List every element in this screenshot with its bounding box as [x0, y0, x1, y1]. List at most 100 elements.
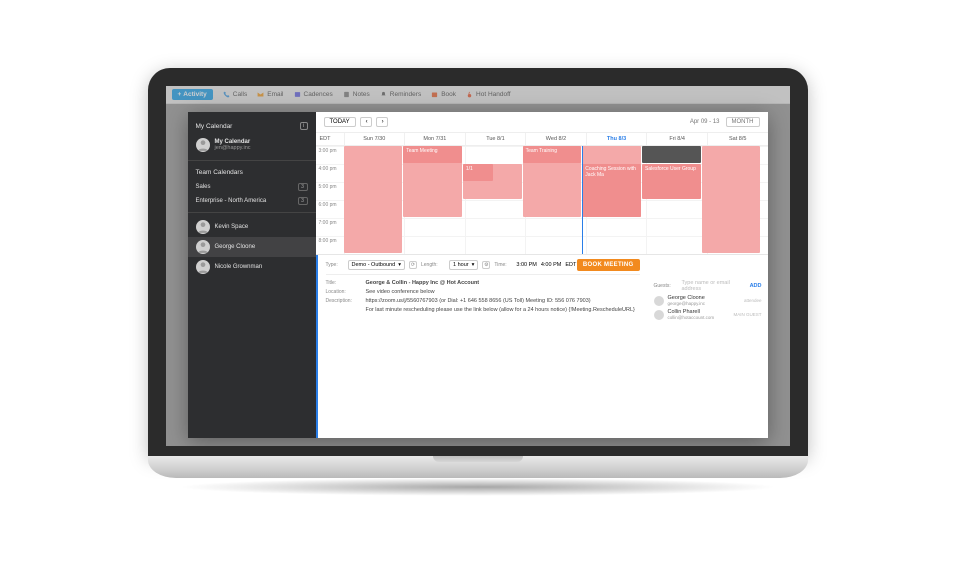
team-item-sales[interactable]: Sales 3 — [188, 180, 316, 194]
event-team-meeting[interactable]: Team Meeting — [403, 146, 462, 163]
gear-icon[interactable]: ⚙ — [482, 261, 490, 269]
event-block[interactable] — [344, 146, 403, 253]
tab-email[interactable]: Email — [257, 91, 283, 98]
calendar-grid[interactable]: EDT Sun 7/30 Mon 7/31 Tue 8/1 Wed 8/2 Th… — [316, 133, 768, 254]
title-value[interactable]: George & Collin - Happy Inc @ Hot Accoun… — [366, 280, 480, 286]
calendar-icon — [431, 91, 438, 98]
calendar-cell[interactable] — [646, 218, 707, 236]
info-icon[interactable]: i — [300, 122, 308, 130]
my-calendar-section: My Calendar i — [188, 118, 316, 134]
tab-email-label: Email — [267, 91, 283, 98]
add-guest-button[interactable]: ADD — [750, 283, 762, 289]
book-meeting-button[interactable]: BOOK MEETING — [577, 259, 640, 271]
guest-input[interactable]: Type name or email address — [682, 280, 746, 292]
current-user[interactable]: My Calendar jen@happy.inc — [188, 134, 316, 156]
person-george[interactable]: George Cloone — [188, 237, 316, 257]
length-label: Length: — [421, 262, 445, 268]
type-select[interactable]: Demo - Outbound▾ — [348, 260, 405, 270]
calendar-cell[interactable] — [404, 218, 465, 236]
view-toggle[interactable]: MONTH — [726, 117, 760, 127]
title-label: Title: — [326, 280, 360, 286]
type-label: Type: — [326, 262, 344, 268]
tab-cadences[interactable]: Cadences — [294, 91, 333, 98]
calendar-cell[interactable] — [465, 236, 526, 254]
day-col: Wed 8/2 — [525, 133, 586, 145]
guest-row[interactable]: George Cloone george@happy.inc attendee — [654, 295, 762, 306]
tab-notes-label: Notes — [353, 91, 370, 98]
today-button[interactable]: TODAY — [324, 117, 356, 127]
location-value[interactable]: See video conference below — [366, 289, 435, 295]
tab-calls-label: Calls — [233, 91, 247, 98]
tab-notes[interactable]: Notes — [343, 91, 370, 98]
phone-icon — [223, 91, 230, 98]
avatar — [196, 138, 210, 152]
calendar-body[interactable]: 3:00 pm4:00 pm5:00 pm6:00 pm7:00 pm8:00 … — [316, 146, 768, 254]
app-toolbar: Activity Calls Email Cadences Notes — [166, 86, 790, 104]
booking-modal: My Calendar i My Calendar jen@happy.inc … — [188, 112, 768, 438]
calendar-header: TODAY ‹ › Apr 09 - 13 MONTH — [316, 112, 768, 133]
my-calendar-title: My Calendar — [196, 123, 233, 130]
team-label: Sales — [196, 184, 211, 190]
tz-label: EDT — [316, 133, 344, 145]
form-guests: Guests: Type name or email address ADD G… — [648, 255, 768, 438]
time-label: Time: — [494, 262, 512, 268]
mail-icon — [257, 91, 264, 98]
time-label: 3:00 pm — [316, 146, 344, 164]
note-icon — [343, 91, 350, 98]
guest-row[interactable]: Collin Pharell collin@hotaccount.com MAI… — [654, 309, 762, 320]
event-block[interactable] — [702, 146, 761, 253]
tab-book[interactable]: Book — [431, 91, 456, 98]
calendar-main: TODAY ‹ › Apr 09 - 13 MONTH EDT Sun 7/30 — [316, 112, 768, 438]
fire-icon — [466, 91, 473, 98]
event-one-on-one[interactable]: 1/1 — [463, 164, 493, 181]
activity-button[interactable]: Activity — [172, 89, 213, 100]
prev-button[interactable]: ‹ — [360, 117, 372, 127]
calendar-cell[interactable] — [465, 200, 526, 218]
description-label: Description: — [326, 298, 360, 304]
next-button[interactable]: › — [376, 117, 388, 127]
day-col-today: Thu 8/3 — [586, 133, 647, 145]
tab-cadences-label: Cadences — [304, 91, 333, 98]
length-select[interactable]: 1 hour▾ — [449, 260, 478, 270]
calendar-cell[interactable] — [465, 146, 526, 164]
calendar-cell[interactable] — [404, 236, 465, 254]
day-col: Sat 8/5 — [707, 133, 768, 145]
guest-email: collin@hotaccount.com — [668, 315, 715, 320]
event-team-training[interactable]: Team Training — [523, 146, 582, 163]
calendar-cell[interactable] — [586, 236, 647, 254]
day-col: Sun 7/30 — [344, 133, 405, 145]
calendar-cell[interactable] — [646, 236, 707, 254]
calendar-cell[interactable] — [465, 218, 526, 236]
tab-hot-handoff[interactable]: Hot Handoff — [466, 91, 511, 98]
avatar — [196, 240, 210, 254]
tab-calls[interactable]: Calls — [223, 91, 247, 98]
calendar-cell[interactable] — [586, 218, 647, 236]
time-label: 4:00 pm — [316, 164, 344, 182]
description-value[interactable]: https://zoom.us/j/5560767903 (or Dial: +… — [366, 298, 635, 313]
guest-tag: MAIN GUEST — [733, 312, 761, 317]
event-busy[interactable] — [642, 146, 701, 163]
team-badge: 3 — [298, 197, 308, 205]
person-name: Kevin Space — [215, 224, 249, 230]
event-sf-user-group[interactable]: Salesforce User Group — [642, 164, 701, 199]
avatar — [654, 310, 664, 320]
calendar-cell[interactable] — [525, 218, 586, 236]
calendar-cell[interactable] — [525, 236, 586, 254]
day-col: Tue 8/1 — [465, 133, 526, 145]
team-item-enterprise[interactable]: Enterprise - North America 3 — [188, 194, 316, 208]
team-label: Enterprise - North America — [196, 198, 267, 204]
calendar-cell[interactable] — [646, 200, 707, 218]
activity-label: Activity — [183, 91, 206, 98]
tab-hot-handoff-label: Hot Handoff — [476, 91, 511, 98]
time-tz: EDT — [565, 262, 576, 268]
chevron-down-icon: ▾ — [398, 262, 401, 268]
event-coaching[interactable]: Coaching Session with Jack Ma — [582, 164, 641, 217]
tab-book-label: Book — [441, 91, 456, 98]
tab-reminders[interactable]: Reminders — [380, 91, 421, 98]
refresh-icon[interactable]: ⟳ — [409, 261, 417, 269]
time-end: 4:00 PM — [541, 262, 561, 268]
time-label: 8:00 pm — [316, 236, 344, 254]
person-nicole[interactable]: Nicole Grownman — [188, 257, 316, 277]
person-kevin[interactable]: Kevin Space — [188, 217, 316, 237]
chevron-down-icon: ▾ — [472, 262, 475, 268]
